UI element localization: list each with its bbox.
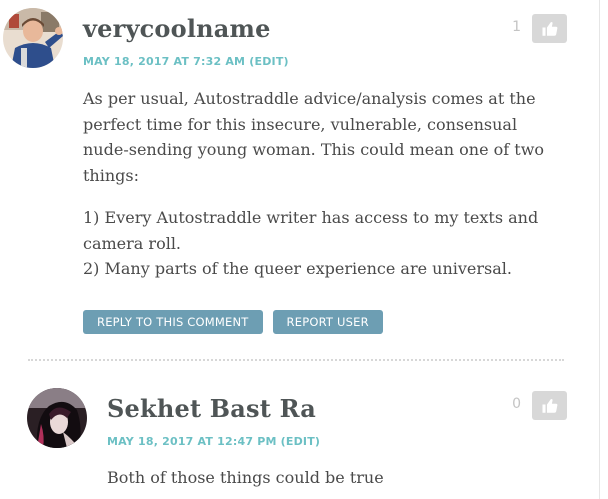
comment-paragraph: Both of those things could be true	[107, 468, 384, 487]
like-count: 1	[512, 19, 521, 35]
thumbs-up-icon	[542, 398, 557, 413]
avatar[interactable]	[3, 8, 63, 68]
like-button[interactable]	[532, 391, 567, 420]
comment-paragraph: As per usual, Autostraddle advice/analys…	[83, 89, 545, 185]
like-count: 0	[512, 396, 521, 412]
comment-paragraph-spacer	[83, 188, 553, 205]
comment-paragraph: 2) Many parts of the queer experience ar…	[83, 259, 512, 278]
avatar-image	[3, 8, 63, 68]
avatar[interactable]	[27, 388, 87, 448]
edit-link[interactable]: (EDIT)	[281, 435, 321, 448]
report-user-button[interactable]: REPORT USER	[272, 310, 383, 334]
comment-author[interactable]: verycoolname	[83, 14, 271, 43]
comment-date[interactable]: MAY 18, 2017 AT 7:32 AM	[83, 55, 245, 68]
like-button[interactable]	[532, 14, 567, 43]
avatar-image	[27, 388, 87, 448]
comment-verycoolname: verycoolname MAY 18, 2017 AT 7:32 AM (ED…	[0, 0, 608, 340]
reply-button[interactable]: REPLY TO THIS COMMENT	[83, 310, 263, 334]
comment-meta: MAY 18, 2017 AT 7:32 AM (EDIT)	[83, 55, 289, 68]
comment-paragraph: 1) Every Autostraddle writer has access …	[83, 208, 539, 253]
comment-date[interactable]: MAY 18, 2017 AT 12:47 PM	[107, 435, 277, 448]
comment-sekhet-bast-ra: Sekhet Bast Ra MAY 18, 2017 AT 12:47 PM …	[0, 370, 608, 499]
edit-link[interactable]: (EDIT)	[249, 55, 289, 68]
comment-divider	[28, 359, 564, 361]
comment-body: As per usual, Autostraddle advice/analys…	[83, 86, 553, 282]
comment-body: Both of those things could be true	[107, 465, 557, 491]
comment-actions: REPLY TO THIS COMMENT REPORT USER	[83, 310, 383, 334]
comment-meta: MAY 18, 2017 AT 12:47 PM (EDIT)	[107, 435, 320, 448]
comment-author[interactable]: Sekhet Bast Ra	[107, 394, 316, 423]
thumbs-up-icon	[542, 21, 557, 36]
